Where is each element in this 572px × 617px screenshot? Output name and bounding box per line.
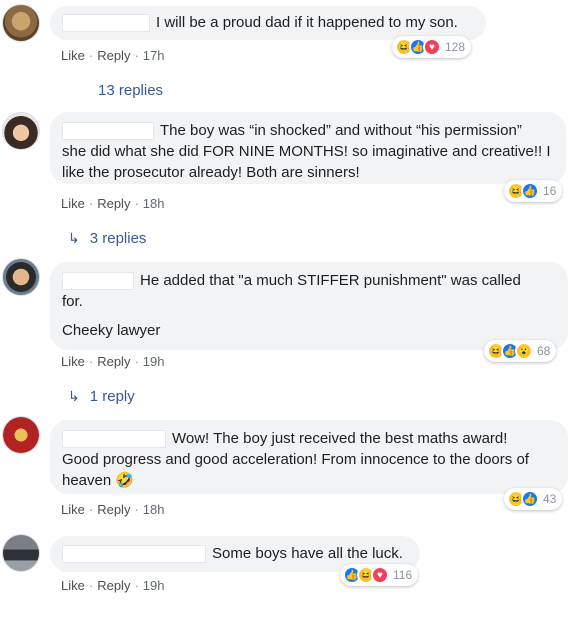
reactions-summary[interactable]: 😆 👍 😮 68: [484, 340, 557, 362]
reply-link[interactable]: Reply: [97, 354, 130, 369]
comment-actions: Like · Reply · 17h: [61, 48, 165, 63]
reply-link[interactable]: Reply: [97, 578, 130, 593]
avatar[interactable]: [2, 416, 40, 454]
comment-bubble: The boy was “in shocked” and without “hi…: [50, 112, 566, 184]
like-reaction-icon: 👍: [521, 490, 539, 508]
comment-text: He added that "a much STIFFER punishment…: [140, 272, 521, 289]
like-link[interactable]: Like: [61, 578, 85, 593]
view-replies-link[interactable]: ↳ 1 reply: [68, 388, 135, 405]
comment-actions: Like · Reply · 19h: [61, 354, 165, 369]
timestamp[interactable]: 19h: [143, 578, 165, 593]
redacted-name: [62, 122, 154, 141]
view-replies-link[interactable]: 13 replies: [98, 82, 163, 99]
comment-actions: Like · Reply · 18h: [61, 502, 165, 517]
comment-text-extra: Cheeky lawyer: [62, 322, 161, 339]
avatar[interactable]: [2, 4, 40, 42]
comment-text-continued: for.: [62, 293, 83, 310]
reply-arrow-icon: ↳: [68, 230, 80, 246]
reactions-summary[interactable]: 😆 👍 ♥ 128: [392, 36, 472, 58]
timestamp[interactable]: 18h: [143, 502, 165, 517]
reply-link[interactable]: Reply: [97, 502, 130, 517]
comment-bubble: Wow! The boy just received the best math…: [50, 420, 568, 494]
reactions-summary[interactable]: 😆 👍 16: [504, 180, 563, 202]
avatar[interactable]: [2, 112, 40, 150]
comment-text-continued: she did what she did FOR NINE MONTHS! so…: [62, 143, 551, 181]
reaction-count: 128: [445, 40, 466, 54]
timestamp[interactable]: 18h: [143, 196, 165, 211]
comment-actions: Like · Reply · 18h: [61, 196, 165, 211]
reactions-summary[interactable]: 👍 😆 ♥ 116: [340, 564, 419, 586]
reply-arrow-icon: ↳: [68, 388, 80, 404]
like-link[interactable]: Like: [61, 48, 85, 63]
redacted-name: [62, 14, 150, 33]
reaction-count: 116: [393, 568, 413, 582]
like-link[interactable]: Like: [61, 196, 85, 211]
love-reaction-icon: ♥: [371, 566, 389, 584]
comment-text: Wow! The boy just received the best math…: [172, 430, 508, 447]
reactions-summary[interactable]: 😆 👍 43: [504, 488, 563, 510]
comment-text: The boy was “in shocked” and without “hi…: [160, 122, 522, 139]
timestamp[interactable]: 19h: [143, 354, 165, 369]
reaction-count: 68: [537, 344, 551, 358]
redacted-name: [62, 430, 166, 449]
like-reaction-icon: 👍: [521, 182, 539, 200]
reaction-count: 16: [543, 184, 557, 198]
reply-link[interactable]: Reply: [97, 48, 130, 63]
love-reaction-icon: ♥: [423, 38, 441, 56]
redacted-name: [62, 545, 206, 564]
wow-reaction-icon: 😮: [515, 342, 533, 360]
comment-actions: Like · Reply · 19h: [61, 578, 165, 593]
reply-link[interactable]: Reply: [97, 196, 130, 211]
comment-text: Some boys have all the luck.: [212, 545, 403, 562]
like-link[interactable]: Like: [61, 354, 85, 369]
timestamp[interactable]: 17h: [143, 48, 165, 63]
redacted-name: [62, 272, 134, 291]
like-link[interactable]: Like: [61, 502, 85, 517]
comment-bubble: I will be a proud dad if it happened to …: [50, 6, 486, 40]
avatar[interactable]: [2, 534, 40, 572]
view-replies-link[interactable]: ↳ 3 replies: [68, 230, 146, 247]
comment-text-continued: Good progress and good acceleration! Fro…: [62, 451, 529, 489]
comment-bubble: He added that "a much STIFFER punishment…: [50, 262, 568, 350]
comment-text: I will be a proud dad if it happened to …: [156, 14, 458, 31]
avatar[interactable]: [2, 258, 40, 296]
reaction-count: 43: [543, 492, 557, 506]
